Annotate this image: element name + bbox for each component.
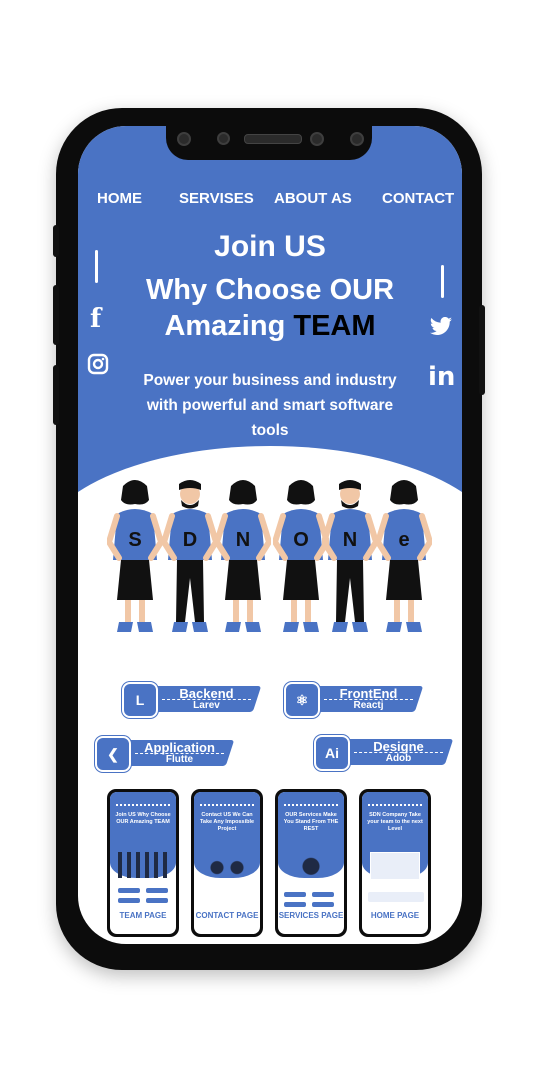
page-preview-contact[interactable]: Contact US We Can Take Any Impossible Pr… bbox=[191, 789, 263, 937]
preview-illustration bbox=[202, 852, 252, 878]
service-backend[interactable]: L Backend Larev bbox=[122, 682, 262, 718]
volume-up-button bbox=[53, 285, 59, 345]
preview-nav bbox=[200, 804, 254, 808]
facebook-icon[interactable]: f bbox=[90, 304, 101, 334]
sensor-icon bbox=[217, 132, 230, 145]
service-frontend[interactable]: ⚛ FrontEnd Reactj bbox=[284, 682, 424, 718]
right-divider bbox=[441, 265, 444, 298]
preview-nav bbox=[284, 804, 338, 808]
react-icon: ⚛ bbox=[284, 682, 320, 718]
shirt-letter: N bbox=[343, 529, 357, 551]
hero-team: TEAM bbox=[293, 310, 376, 342]
hero-amazing: Amazing bbox=[164, 310, 294, 342]
nav-services[interactable]: SERVISES bbox=[179, 190, 254, 207]
volume-down-button bbox=[53, 365, 59, 425]
proximity-sensor-icon bbox=[310, 132, 324, 146]
preview-heading: Contact US We Can Take Any Impossible Pr… bbox=[199, 812, 255, 832]
preview-illustration bbox=[286, 852, 336, 878]
preview-heading: SDN Company Take your team to the next L… bbox=[367, 812, 423, 832]
page-preview-team[interactable]: Join US Why Choose OUR Amazing TEAM TEAM… bbox=[107, 789, 179, 937]
shirt-letter: O bbox=[293, 529, 309, 551]
team-member: N bbox=[213, 478, 273, 645]
service-subtitle: Reactj bbox=[324, 699, 413, 712]
hero-amazing-team: Amazing TEAM bbox=[78, 310, 462, 343]
front-camera-icon bbox=[177, 132, 191, 146]
instagram-icon[interactable] bbox=[87, 353, 109, 375]
nav-home[interactable]: HOME bbox=[97, 190, 142, 207]
mute-switch bbox=[53, 225, 59, 257]
shirt-letter: e bbox=[398, 529, 409, 551]
hero-why-choose: Why Choose OUR bbox=[145, 274, 395, 306]
preview-heading: OUR Services Make You Stand From THE RES… bbox=[283, 812, 339, 832]
service-design[interactable]: Ai Designe Adob bbox=[314, 735, 454, 771]
preview-screen: Contact US We Can Take Any Impossible Pr… bbox=[194, 792, 260, 934]
team-member: N bbox=[320, 478, 380, 645]
team-member: O bbox=[271, 478, 331, 645]
hero-join-us: Join US bbox=[214, 230, 326, 263]
preview-nav bbox=[116, 804, 170, 808]
twitter-icon[interactable] bbox=[429, 317, 453, 337]
team-member: S bbox=[105, 478, 165, 645]
service-application[interactable]: ❮ Application Flutte bbox=[95, 736, 235, 772]
camera-icon bbox=[350, 132, 364, 146]
shirt-letter: S bbox=[128, 529, 141, 551]
nav-contact[interactable]: CONTACT bbox=[382, 190, 454, 207]
laravel-icon: L bbox=[122, 682, 158, 718]
service-subtitle: Adob bbox=[354, 752, 443, 765]
shirt-letter: D bbox=[183, 529, 197, 551]
service-subtitle: Larev bbox=[162, 699, 251, 712]
preview-label: TEAM PAGE bbox=[119, 911, 167, 920]
page-preview-home[interactable]: SDN Company Take your team to the next L… bbox=[359, 789, 431, 937]
page-preview-services[interactable]: OUR Services Make You Stand From THE RES… bbox=[275, 789, 347, 937]
team-member: D bbox=[160, 478, 220, 645]
hero-description: Power your business and industry with po… bbox=[143, 372, 397, 439]
preview-heading: Join US Why Choose OUR Amazing TEAM bbox=[115, 812, 171, 825]
preview-label: CONTACT PAGE bbox=[195, 911, 259, 920]
left-divider bbox=[95, 250, 98, 283]
preview-illustration bbox=[370, 852, 420, 880]
preview-illustration bbox=[118, 852, 168, 878]
preview-nav bbox=[368, 804, 422, 808]
power-button bbox=[479, 305, 485, 395]
preview-screen: OUR Services Make You Stand From THE RES… bbox=[278, 792, 344, 934]
nav-about[interactable]: ABOUT AS bbox=[274, 190, 352, 207]
flutter-icon: ❮ bbox=[95, 736, 131, 772]
preview-label: SERVICES PAGE bbox=[278, 911, 344, 920]
service-subtitle: Flutte bbox=[135, 753, 224, 766]
preview-screen: SDN Company Take your team to the next L… bbox=[362, 792, 428, 934]
linkedin-icon[interactable]: in bbox=[428, 362, 455, 392]
team-member: e bbox=[374, 478, 434, 645]
adobe-icon: Ai bbox=[314, 735, 350, 771]
preview-label: HOME PAGE bbox=[370, 911, 420, 920]
preview-screen: Join US Why Choose OUR Amazing TEAM TEAM… bbox=[110, 792, 176, 934]
shirt-letter: N bbox=[236, 529, 250, 551]
speaker bbox=[244, 134, 302, 144]
